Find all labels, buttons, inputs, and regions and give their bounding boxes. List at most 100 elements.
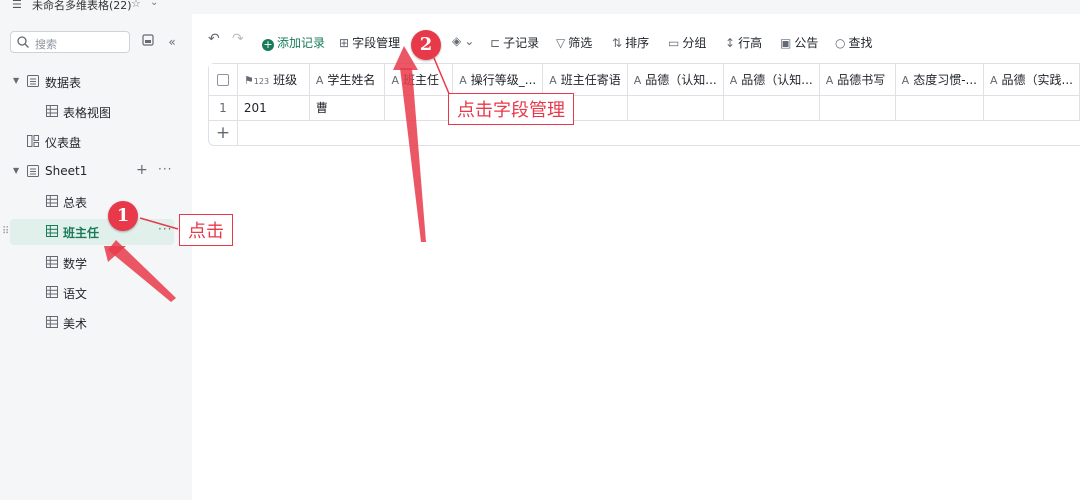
column-header[interactable]: A 品德书写 <box>819 64 896 96</box>
filter-button[interactable]: ▽ 筛选 <box>556 34 592 51</box>
title-bar: ☰ 未命名多维表格(22) ☆ ⌄ <box>0 0 1080 14</box>
column-label: 品德（认知... <box>645 72 717 87</box>
row-number: 1 <box>209 95 238 121</box>
column-label: 品德书写 <box>837 72 886 87</box>
column-label: 班级 <box>273 72 298 87</box>
callout-click: 点击 <box>179 214 233 246</box>
column-header[interactable]: A 品德（实践... <box>983 64 1080 96</box>
search-icon <box>17 36 29 48</box>
column-header[interactable]: A 态度习惯-... <box>895 64 984 96</box>
column-header[interactable]: A 班主任 <box>384 64 454 96</box>
column-header[interactable]: ⚑123 班级 <box>237 64 310 96</box>
column-label: 态度习惯-... <box>913 72 977 87</box>
sidebar-item-master[interactable]: 总表 <box>0 189 192 215</box>
filter-icon: ▽ <box>556 36 566 50</box>
sidebar-item-label: 班主任 <box>63 226 100 240</box>
sidebar-item-label: 美术 <box>63 317 88 331</box>
sidebar-item-label: 数据表 <box>45 76 82 90</box>
notice-button[interactable]: ▣ 公告 <box>780 34 818 51</box>
sidebar-item-art[interactable]: 美术 <box>0 310 192 336</box>
more-icon[interactable]: ··· <box>158 222 172 236</box>
table-row[interactable]: 1 201 曹 <box>209 95 1080 121</box>
sub-record-button[interactable]: ⊏ 子记录 <box>490 34 539 51</box>
add-row: + <box>209 120 1080 145</box>
menu-icon[interactable]: ☰ <box>12 0 22 11</box>
plus-icon: + <box>262 38 274 51</box>
add-record-label: 添加记录 <box>277 36 326 50</box>
table-doc-icon <box>27 165 39 177</box>
cell[interactable] <box>384 95 454 121</box>
add-row-area[interactable] <box>237 120 1079 145</box>
sidebar-item-headteacher[interactable]: 班主任 ··· <box>10 219 174 245</box>
text-field-icon: A <box>633 73 642 87</box>
document-title[interactable]: 未命名多维表格(22) <box>32 0 132 13</box>
find-button[interactable]: ○ 查找 <box>835 34 873 51</box>
column-header[interactable]: A 品德（认知... <box>723 64 820 96</box>
column-header[interactable]: A 班主任寄语 <box>542 64 628 96</box>
add-record-button[interactable]: + 添加记录 <box>262 34 325 51</box>
sidebar-item-label: 表格视图 <box>63 106 112 120</box>
sidebar-item-datatable[interactable]: ▼ 数据表 <box>0 69 192 95</box>
cell[interactable] <box>983 95 1080 121</box>
cell-class[interactable]: 201 <box>237 95 310 121</box>
grid-icon <box>46 105 58 117</box>
cell[interactable] <box>895 95 984 121</box>
sub-record-icon: ⊏ <box>490 36 501 50</box>
search-input[interactable]: 搜索 <box>10 31 130 53</box>
text-field-icon: A <box>729 73 738 87</box>
sidebar-item-table-view[interactable]: 表格视图 <box>0 99 192 125</box>
column-label: 学生姓名 <box>327 72 376 87</box>
undo-icon[interactable]: ↶ <box>208 31 220 47</box>
column-label: 班主任 <box>402 72 439 87</box>
column-header[interactable]: A 学生姓名 <box>309 64 386 96</box>
sidebar-item-dashboard[interactable]: 仪表盘 <box>0 129 192 155</box>
toolbar: ↶ ↷ + 添加记录 ⊞ 字段管理 ◈ ⌄ ⊏ 子记录 ▽ 筛选 ⇅ 排序 ▭ 分组 ↕ 行高 … <box>192 28 1080 56</box>
add-row-button[interactable]: + <box>209 120 238 145</box>
group-button[interactable]: ▭ 分组 <box>668 34 706 51</box>
cell-student[interactable]: 曹 <box>309 95 386 121</box>
sort-label: 排序 <box>625 36 650 50</box>
sort-icon: ⇅ <box>612 36 623 50</box>
chevron-down-icon[interactable]: ⌄ <box>150 0 158 8</box>
cell[interactable] <box>723 95 820 121</box>
search-icon: ○ <box>835 36 846 50</box>
text-field-icon: A <box>825 73 834 87</box>
star-icon[interactable]: ☆ <box>131 0 141 10</box>
checkbox[interactable] <box>216 73 229 86</box>
sidebar-item-math[interactable]: 数学 <box>0 250 192 276</box>
expand-arrow-icon[interactable]: ▼ <box>13 166 19 175</box>
dashboard-icon <box>27 135 39 147</box>
cell[interactable] <box>819 95 896 121</box>
expand-arrow-icon[interactable]: ▼ <box>13 76 19 85</box>
group-label: 分组 <box>682 36 707 50</box>
callout-click-field-manage: 点击字段管理 <box>448 93 574 125</box>
fill-color-button[interactable]: ◈ ⌄ <box>452 34 477 48</box>
collapse-sidebar-icon[interactable]: « <box>164 34 180 50</box>
search-placeholder: 搜索 <box>35 38 57 51</box>
sidebar-item-chinese[interactable]: 语文 <box>0 280 192 306</box>
grid-icon <box>46 316 58 328</box>
step-badge-2: 2 <box>411 30 441 60</box>
add-table-icon[interactable]: + <box>136 162 148 178</box>
row-height-button[interactable]: ↕ 行高 <box>725 34 762 51</box>
fields-grid-icon: ⊞ <box>339 36 350 50</box>
collapse-panel-icon[interactable] <box>140 34 156 50</box>
header-row: ⚑123 班级 A 学生姓名 A 班主任 A 操行等级_... A 班主任寄语 A 品德（认… <box>209 64 1080 96</box>
redo-icon[interactable]: ↷ <box>232 31 244 47</box>
row-height-label: 行高 <box>738 36 763 50</box>
select-all-checkbox[interactable] <box>209 64 238 96</box>
sort-button[interactable]: ⇅ 排序 <box>612 34 649 51</box>
column-label: 品德（认知... <box>741 72 813 87</box>
column-header[interactable]: A 操行等级_... <box>452 64 544 96</box>
grid-icon <box>46 225 58 237</box>
find-label: 查找 <box>848 36 873 50</box>
cell[interactable] <box>627 95 724 121</box>
drag-handle-icon[interactable]: ⠿ <box>2 226 9 237</box>
field-manage-button[interactable]: ⊞ 字段管理 <box>339 34 400 51</box>
sidebar: 搜索 « ▼ 数据表 表格视图 仪表盘 ▼ Sheet1 + ··· 总表 班主… <box>0 14 192 500</box>
number-field-icon: ⚑123 <box>243 73 270 87</box>
column-header[interactable]: A 品德（认知... <box>627 64 724 96</box>
more-icon[interactable]: ··· <box>158 162 172 176</box>
sidebar-item-sheet1[interactable]: ▼ Sheet1 + ··· <box>0 159 192 185</box>
notice-icon: ▣ <box>780 36 792 50</box>
